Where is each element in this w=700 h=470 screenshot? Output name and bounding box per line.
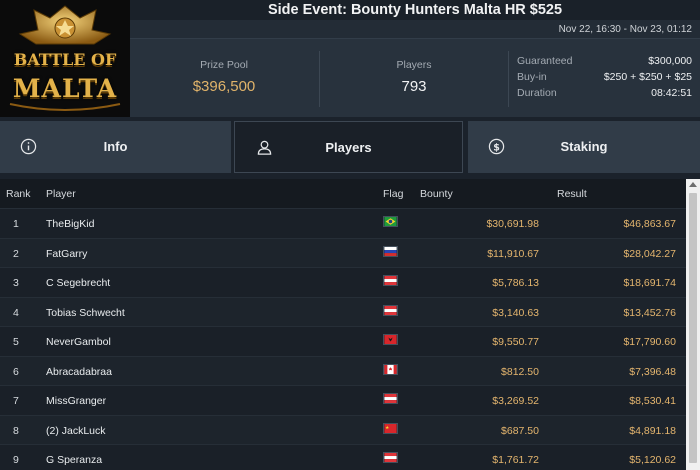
buyin-value: $250 + $250 + $25 (603, 71, 692, 83)
austria-flag-icon (383, 393, 398, 404)
rank-cell: 9 (13, 454, 19, 466)
duration-value: 08:42:51 (651, 87, 692, 99)
result-cell: $4,891.18 (629, 424, 676, 437)
result-cell: $5,120.62 (629, 454, 676, 466)
rank-cell: 6 (13, 365, 19, 378)
austria-flag-icon (383, 452, 398, 463)
brazil-flag-icon (383, 216, 398, 227)
player-name-cell[interactable]: G Speranza (46, 454, 102, 466)
canada-flag-icon (383, 363, 398, 375)
duration-label: Duration (517, 87, 557, 99)
logo-line-1: BATTLE OF (13, 50, 117, 69)
event-details: Guaranteed $300,000 Buy-in $250 + $250 +… (517, 55, 692, 103)
header-player[interactable]: Player (46, 188, 76, 200)
guaranteed-row: Guaranteed $300,000 (517, 55, 692, 71)
players-table: Rank Player Flag Bounty Result 1 TheBigKi… (0, 179, 686, 470)
scroll-up-arrow-icon[interactable] (689, 182, 697, 187)
table-header: Rank Player Flag Bounty Result (0, 179, 686, 208)
bounty-cell: $1,761.72 (492, 454, 539, 466)
austria-flag-icon (383, 275, 398, 286)
table-scrollbar[interactable] (686, 179, 700, 470)
rank-cell: 7 (13, 395, 19, 407)
event-dates: Nov 22, 16:30 - Nov 23, 01:12 (558, 24, 692, 35)
player-name-cell[interactable]: Tobias Schwecht (46, 307, 125, 319)
table-row[interactable]: 2 FatGarry $11,910.67 $28,042.27 (0, 237, 686, 267)
china-flag-icon (383, 422, 398, 434)
bounty-cell: $3,140.63 (492, 306, 539, 319)
tab-players-label: Players (325, 140, 372, 155)
result-cell: $7,396.48 (629, 365, 676, 378)
result-cell: $18,691.74 (623, 277, 676, 289)
result-cell: $46,863.67 (623, 218, 676, 230)
prize-pool-label: Prize Pool (200, 59, 248, 71)
prize-pool-stat: Prize Pool $396,500 (130, 39, 318, 118)
table-row[interactable]: 1 TheBigKid $30,691.98 $46,863.67 (0, 208, 686, 238)
result-cell: $8,530.41 (629, 395, 676, 407)
table-row[interactable]: 3 C Segebrecht $5,786.13 $18,691.74 (0, 267, 686, 297)
table-row[interactable]: 6 Abracadabraa $812.50 $7,396.48 (0, 355, 686, 385)
bounty-cell: $11,910.67 (487, 247, 539, 260)
rank-cell: 8 (13, 424, 19, 437)
duration-row: Duration 08:42:51 (517, 87, 692, 103)
player-name-cell[interactable]: (2) JackLuck (46, 425, 106, 437)
bounty-cell: $30,691.98 (486, 218, 539, 230)
tab-staking-label: Staking (560, 139, 608, 154)
players-label: Players (396, 59, 432, 71)
header-rank[interactable]: Rank (6, 188, 31, 200)
player-name-cell[interactable]: FatGarry (46, 248, 87, 260)
bounty-cell: $687.50 (501, 424, 539, 437)
event-stats: Prize Pool $396,500 Players 793 Guarante… (130, 38, 700, 117)
player-name-cell[interactable]: MissGranger (46, 395, 106, 407)
bounty-cell: $3,269.52 (492, 395, 539, 407)
tab-info[interactable]: Info (0, 121, 231, 173)
table-row[interactable]: 7 MissGranger $3,269.52 $8,530.41 (0, 385, 686, 415)
players-stat: Players 793 (320, 39, 508, 118)
result-cell: $17,790.60 (623, 336, 676, 348)
table-row[interactable]: 4 Tobias Schwecht $3,140.63 $13,452.76 (0, 296, 686, 326)
prize-pool-value: $396,500 (192, 78, 256, 95)
player-name-cell[interactable]: NeverGambol (46, 336, 111, 348)
player-name-cell[interactable]: C Segebrecht (46, 277, 110, 289)
buyin-label: Buy-in (517, 71, 547, 83)
result-cell: $28,042.27 (623, 247, 676, 260)
result-cell: $13,452.76 (623, 306, 676, 319)
table-row[interactable]: 9 G Speranza $1,761.72 $5,120.62 (0, 444, 686, 470)
albania-flag-icon (383, 334, 398, 345)
header-result[interactable]: Result (557, 188, 587, 200)
bounty-cell: $5,786.13 (492, 277, 539, 289)
guaranteed-value: $300,000 (648, 55, 692, 67)
logo-line-2: MALTA (12, 74, 118, 103)
rank-cell: 2 (13, 247, 19, 260)
rank-cell: 3 (13, 277, 19, 289)
rank-cell: 4 (13, 306, 19, 319)
header-flag[interactable]: Flag (383, 188, 403, 200)
tab-players[interactable]: Players (234, 121, 463, 173)
player-name-cell[interactable]: Abracadabraa (46, 366, 112, 378)
guaranteed-label: Guaranteed (517, 55, 573, 67)
stats-divider (508, 51, 509, 107)
tab-bar: Info Players $ Staking (0, 121, 700, 173)
scrollbar-thumb[interactable] (689, 193, 697, 463)
russia-flag-icon (383, 245, 398, 257)
bounty-cell: $812.50 (501, 365, 539, 378)
austria-flag-icon (383, 304, 398, 316)
battle-of-malta-logo: BATTLE OF MALTA (0, 0, 130, 117)
players-value: 793 (401, 78, 427, 95)
header-bounty[interactable]: Bounty (420, 188, 453, 200)
table-row[interactable]: 5 NeverGambol $9,550.77 $17,790.60 (0, 326, 686, 356)
bounty-cell: $9,550.77 (492, 336, 539, 348)
rank-cell: 5 (13, 336, 19, 348)
tab-staking[interactable]: $ Staking (468, 121, 700, 173)
event-header: BATTLE OF MALTA Side Event: Bounty Hunte… (0, 0, 700, 117)
buyin-row: Buy-in $250 + $250 + $25 (517, 71, 692, 87)
event-title: Side Event: Bounty Hunters Malta HR $525 (130, 0, 700, 20)
table-row[interactable]: 8 (2) JackLuck $687.50 $4,891.18 (0, 414, 686, 444)
player-name-cell[interactable]: TheBigKid (46, 218, 94, 230)
rank-cell: 1 (13, 218, 19, 230)
tab-info-label: Info (103, 139, 128, 154)
